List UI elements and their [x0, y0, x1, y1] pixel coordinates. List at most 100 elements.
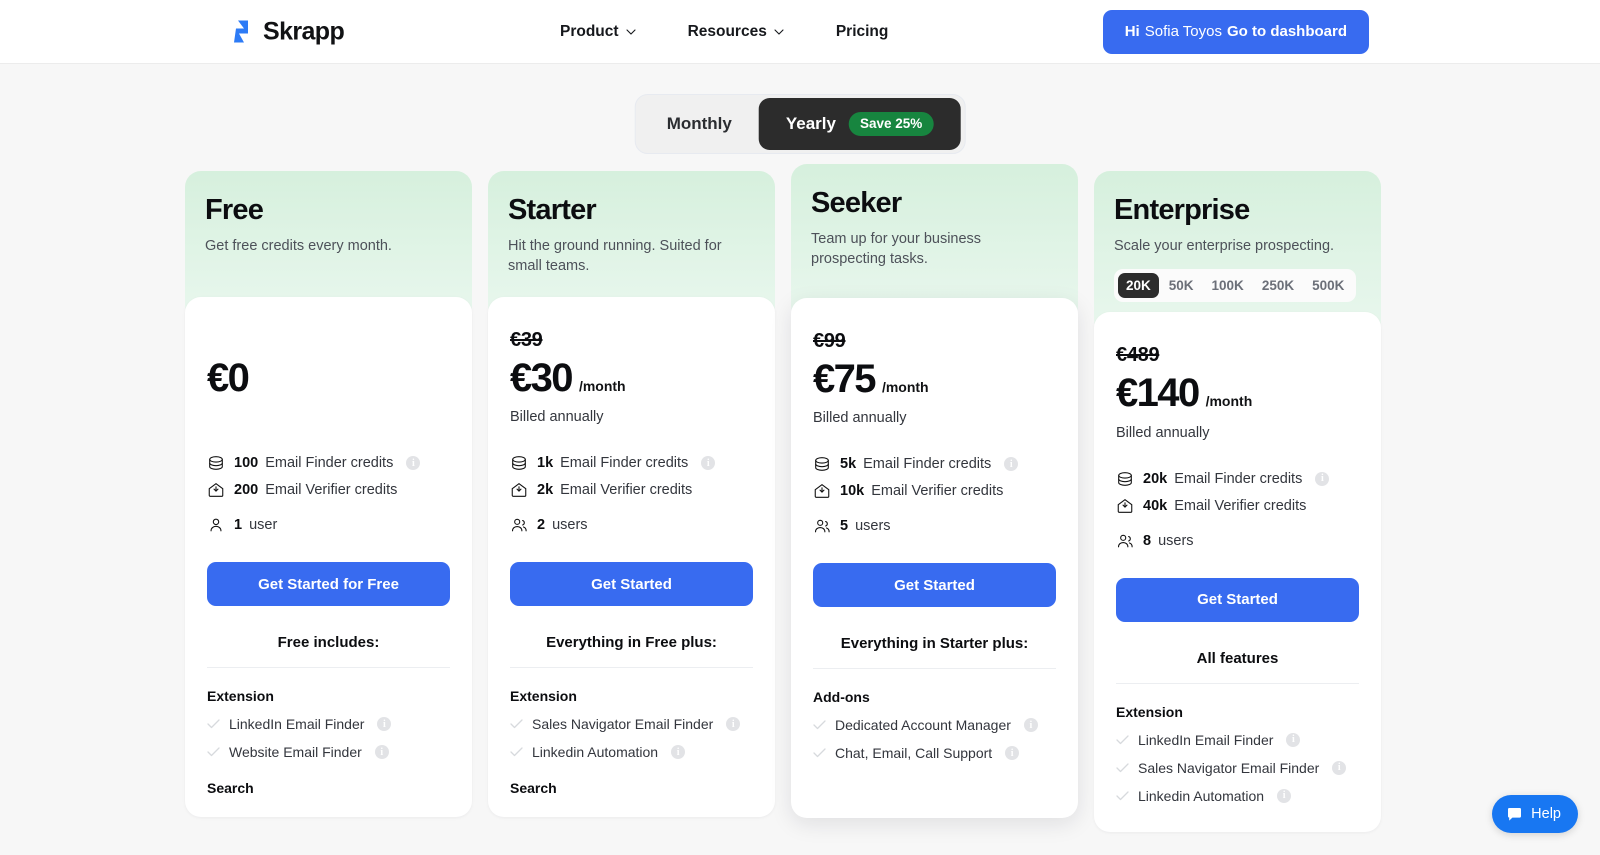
credit-row-users: 1 user [207, 516, 450, 534]
check-icon [813, 748, 826, 758]
info-icon[interactable]: i [1004, 457, 1019, 472]
credit-amount: 2k [537, 482, 554, 499]
plan-name: Enterprise [1114, 194, 1250, 226]
info-icon[interactable]: i [1277, 788, 1292, 803]
credit-row-email-finder: 1k Email Finder credits i [510, 454, 753, 472]
tier-pill-20k[interactable]: 20K [1118, 273, 1159, 299]
billing-note: Billed annually [510, 409, 604, 426]
price-row: €75 /month [813, 357, 1056, 401]
info-icon[interactable]: i [1315, 471, 1330, 486]
tier-pill-250k[interactable]: 250K [1254, 273, 1302, 298]
pricing-plans-grid: Free Get free credits every month. €0 10… [185, 164, 1381, 833]
feature-label: Chat, Email, Call Support [835, 745, 993, 762]
price-period: /month [578, 378, 626, 394]
tier-pill-500k[interactable]: 500K [1304, 273, 1352, 298]
nav-item-product[interactable]: Product [560, 23, 636, 41]
credits-list: 1k Email Finder credits i 2k Email Verif… [510, 454, 753, 534]
site-header: Skrapp Product Resources Pricing Hi Sofi… [0, 0, 1600, 64]
billing-note: Billed annually [813, 410, 907, 427]
info-icon[interactable]: i [726, 717, 741, 732]
plan-card-starter: Starter Hit the ground running. Suited f… [488, 171, 775, 832]
info-icon[interactable]: i [406, 456, 421, 471]
info-icon[interactable]: i [377, 717, 392, 732]
users-icon [510, 516, 528, 534]
nav-item-pricing[interactable]: Pricing [836, 23, 889, 41]
plan-body-seeker: €99 €75 /month Billed annually 5k Email … [791, 298, 1078, 818]
check-icon [207, 719, 220, 729]
price-original: €99 [813, 330, 846, 352]
info-icon[interactable]: i [701, 456, 716, 471]
credit-label: Email Verifier credits [265, 482, 398, 499]
coins-icon [510, 454, 528, 472]
toggle-monthly[interactable]: Monthly [640, 98, 759, 150]
credit-row-users: 5 users [813, 517, 1056, 535]
get-started-button-enterprise[interactable]: Get Started [1116, 577, 1359, 622]
coins-icon [1116, 470, 1134, 488]
credit-amount: 40k [1143, 497, 1168, 514]
info-icon[interactable]: i [1332, 760, 1347, 775]
toggle-yearly[interactable]: Yearly Save 25% [758, 98, 961, 150]
feature-item: Sales Navigator Email Finder i [1116, 760, 1359, 776]
divider [207, 667, 450, 669]
info-icon[interactable]: i [1286, 732, 1301, 747]
tier-pill-50k[interactable]: 50K [1161, 273, 1202, 298]
skrapp-logo[interactable]: Skrapp [231, 17, 345, 46]
tier-pill-100k[interactable]: 100K [1204, 273, 1252, 298]
pricing-page: Skrapp Product Resources Pricing Hi Sofi… [0, 0, 1600, 855]
envelope-download-icon [207, 481, 225, 499]
price-amount: €140 [1116, 371, 1200, 416]
credit-amount: 200 [234, 482, 259, 499]
users-label: users [855, 518, 891, 535]
feature-label: Linkedin Automation [532, 744, 659, 761]
users-label: users [1158, 532, 1194, 549]
help-label: Help [1531, 806, 1561, 822]
feature-group-extension: Extension LinkedIn Email Finder i Sales … [1116, 704, 1359, 804]
chevron-down-icon [774, 28, 784, 35]
feature-label: Sales Navigator Email Finder [1138, 759, 1320, 776]
credit-row-email-finder: 20k Email Finder credits i [1116, 470, 1359, 488]
feature-item: Linkedin Automation i [1116, 788, 1359, 804]
info-icon[interactable]: i [1023, 718, 1038, 733]
get-started-button-free[interactable]: Get Started for Free [207, 562, 450, 607]
nav-item-resources[interactable]: Resources [688, 23, 784, 41]
envelope-download-icon [813, 482, 831, 500]
feature-label: Linkedin Automation [1138, 787, 1265, 804]
users-amount: 1 [234, 517, 243, 534]
get-started-button-seeker[interactable]: Get Started [813, 563, 1056, 608]
credit-row-users: 2 users [510, 516, 753, 534]
toggle-yearly-label: Yearly [785, 114, 836, 133]
coins-icon [207, 454, 225, 472]
go-to-dashboard-button[interactable]: Hi Sofia Toyos Go to dashboard [1102, 9, 1369, 54]
credits-list: 20k Email Finder credits i 40k Email Ver… [1116, 470, 1359, 550]
users-label: user [249, 517, 278, 534]
envelope-download-icon [510, 481, 528, 499]
users-icon [1116, 532, 1134, 550]
price-period: /month [881, 379, 929, 395]
chevron-down-icon [626, 28, 636, 35]
help-widget-button[interactable]: Help [1492, 795, 1578, 833]
users-icon [813, 517, 831, 535]
users-amount: 8 [1143, 532, 1152, 549]
feature-item: Sales Navigator Email Finder i [510, 716, 753, 732]
info-icon[interactable]: i [671, 745, 686, 760]
plan-description: Get free credits every month. [205, 237, 392, 254]
plan-body-free: €0 100 Email Finder credits i 200 Email … [185, 297, 472, 817]
credit-row-email-finder: 100 Email Finder credits i [207, 454, 450, 472]
credit-row-email-verifier: 10k Email Verifier credits [813, 482, 1056, 500]
check-icon [1116, 791, 1129, 801]
credit-label: Email Verifier credits [560, 482, 693, 499]
feature-group-title: Search [207, 780, 254, 797]
username-text: Sofia Toyos [1144, 23, 1222, 40]
info-icon[interactable]: i [1005, 746, 1020, 761]
credit-label: Email Verifier credits [871, 483, 1004, 500]
feature-group-extension: Extension LinkedIn Email Finder i Websit… [207, 688, 450, 760]
main-nav: Product Resources Pricing [560, 23, 888, 41]
check-icon [207, 747, 220, 757]
credit-label: Email Finder credits [265, 455, 394, 472]
info-icon[interactable]: i [374, 745, 389, 760]
billing-period-toggle: Monthly Yearly Save 25% [634, 94, 966, 154]
price-row: €0 [207, 356, 450, 400]
get-started-button-starter[interactable]: Get Started [510, 562, 753, 607]
feature-group-search: Search [510, 780, 753, 796]
check-icon [1116, 763, 1129, 773]
